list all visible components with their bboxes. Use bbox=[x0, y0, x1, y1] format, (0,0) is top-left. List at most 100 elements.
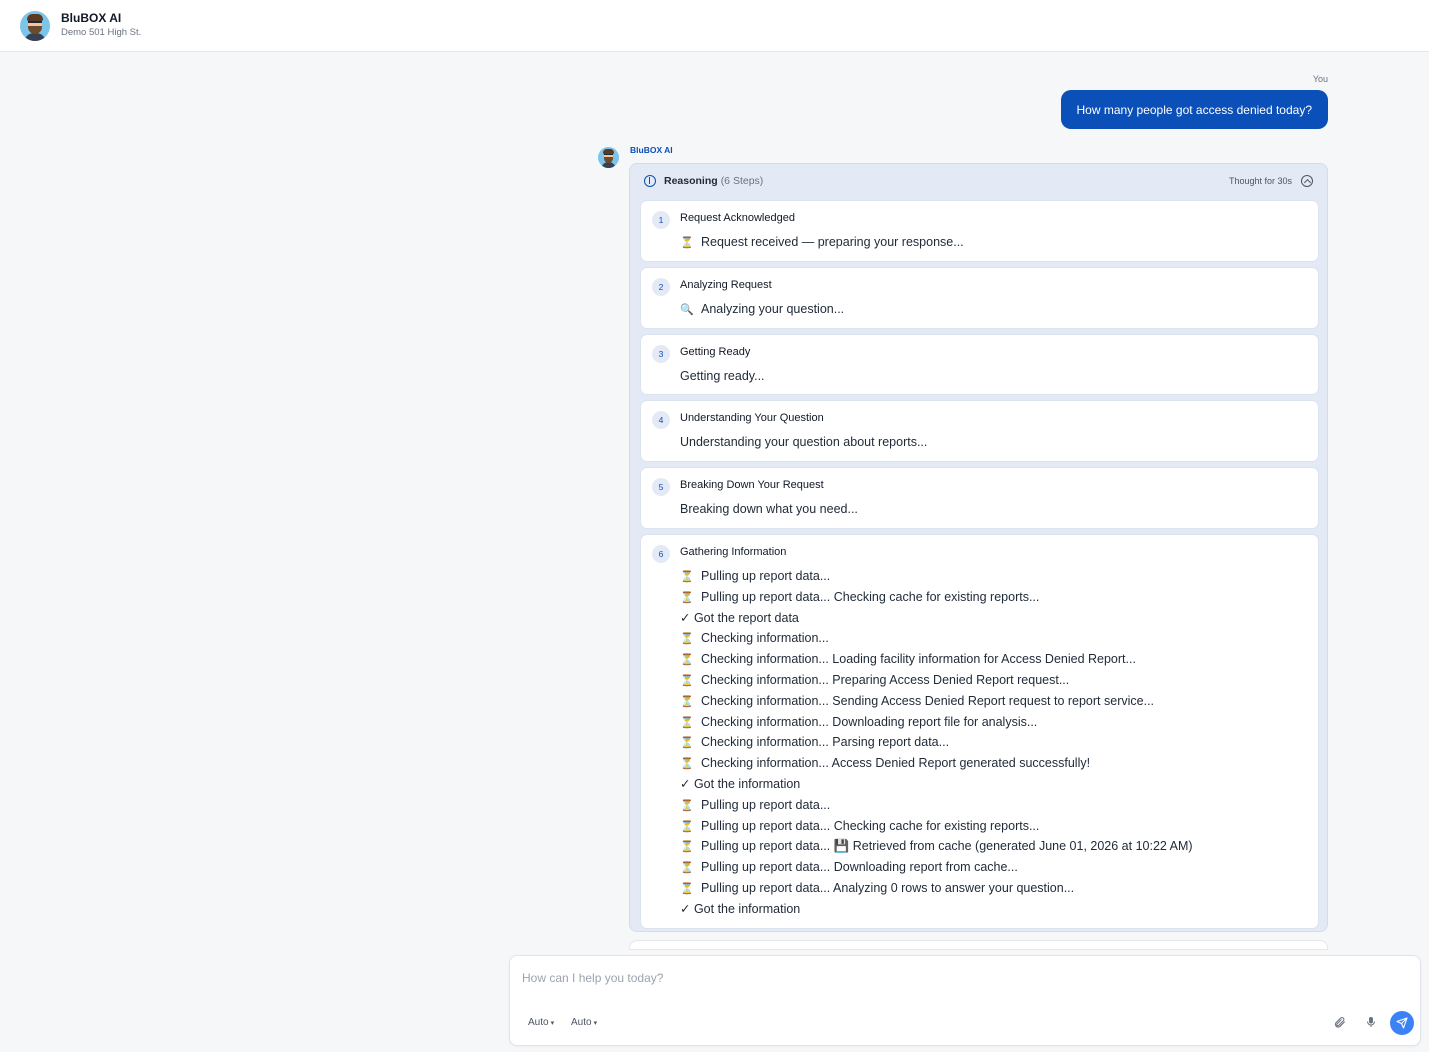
reasoning-step: 6 Gathering Information ⏳ Pulling up report… bbox=[641, 535, 1318, 928]
step-title: Breaking Down Your Request bbox=[680, 479, 824, 492]
message-composer: Auto▾ Auto▾ bbox=[509, 955, 1421, 1046]
step-line: ⏳ Request received — preparing your respo… bbox=[680, 232, 964, 253]
step-line-text: ✓ Got the report data bbox=[680, 610, 799, 625]
step-number: 1 bbox=[652, 211, 670, 229]
step-line-text: Checking information... Preparing Access… bbox=[701, 672, 1070, 687]
reasoning-header[interactable]: Reasoning (6 Steps) Thought for 30s bbox=[644, 173, 1313, 189]
step-line-text: Pulling up report data... Checking cache… bbox=[701, 818, 1040, 833]
reasoning-step: 2 Analyzing Request 🔍 Analyzing your questi… bbox=[641, 267, 1318, 328]
step-line-text: Pulling up report data... Analyzing 0 ro… bbox=[701, 880, 1075, 895]
step-line: 🔍 Analyzing your question... bbox=[680, 299, 844, 320]
reasoning-step: 5 Breaking Down Your Request Breaking down… bbox=[641, 468, 1318, 528]
step-lines: Understanding your question about report… bbox=[680, 432, 927, 453]
message-input[interactable] bbox=[522, 968, 1382, 988]
step-line-text: Pulling up report data... 💾 Retrieved fr… bbox=[701, 839, 1193, 854]
step-line-text: Pulling up report data... Checking cache… bbox=[701, 589, 1040, 604]
step-line-text: Breaking down what you need... bbox=[680, 502, 858, 517]
step-line-text: Analyzing your question... bbox=[701, 301, 845, 316]
hourglass-icon: ⏳ bbox=[680, 237, 694, 249]
step-number: 6 bbox=[652, 545, 670, 563]
send-button[interactable] bbox=[1390, 1011, 1414, 1035]
step-line-text: Getting ready... bbox=[680, 368, 765, 383]
step-line: ⏳ Checking information... Preparing Acces… bbox=[680, 670, 1193, 691]
hourglass-icon: ⏳ bbox=[680, 820, 694, 833]
chevron-down-icon: ▾ bbox=[593, 1019, 598, 1027]
app-subtitle: Demo 501 High St. bbox=[61, 27, 142, 38]
step-line: ⏳ Pulling up report data... bbox=[680, 795, 1193, 816]
step-lines: Breaking down what you need... bbox=[680, 499, 858, 520]
step-number: 2 bbox=[652, 277, 670, 296]
mode-selector[interactable]: Auto ▾ bbox=[528, 1017, 554, 1028]
reasoning-step: 4 Understanding Your Question Understandin… bbox=[641, 401, 1318, 462]
send-icon bbox=[1396, 1017, 1408, 1029]
assistant-name: BluBOX AI bbox=[630, 145, 673, 155]
step-lines: ⏳ Request received — preparing your respo… bbox=[680, 232, 964, 253]
user-label: You bbox=[1312, 74, 1328, 84]
hourglass-icon: ⏳ bbox=[680, 737, 694, 750]
hourglass-icon: ⏳ bbox=[680, 571, 694, 583]
step-line: ⏳ Pulling up report data... Checking cach… bbox=[680, 816, 1193, 837]
microphone-icon[interactable] bbox=[1363, 1014, 1379, 1030]
collapse-icon[interactable] bbox=[1301, 175, 1313, 187]
step-line: ⏳ Pulling up report data... bbox=[680, 566, 1193, 587]
step-line-text: Checking information... Downloading repo… bbox=[701, 714, 1038, 729]
hourglass-icon: ⏳ bbox=[680, 654, 694, 667]
hourglass-icon: ⏳ bbox=[680, 862, 694, 875]
step-line: ✓ Got the information bbox=[680, 899, 1193, 920]
chevron-down-icon: ▾ bbox=[550, 1019, 555, 1027]
attach-icon[interactable] bbox=[1331, 1014, 1347, 1030]
step-line: ⏳ Pulling up report data... Downloading r… bbox=[680, 857, 1193, 878]
step-line-text: ✓ Got the information bbox=[680, 901, 801, 916]
step-title: Analyzing Request bbox=[680, 278, 772, 291]
reasoning-panel: Reasoning (6 Steps) Thought for 30s 1 Req… bbox=[629, 163, 1328, 932]
header-text: BluBOX AI Demo 501 High St. bbox=[61, 11, 141, 40]
step-line: Getting ready... bbox=[680, 366, 765, 387]
step-line: ✓ Got the report data bbox=[680, 608, 1193, 629]
app-title: BluBOX AI bbox=[61, 11, 122, 25]
step-title: Getting Ready bbox=[680, 345, 751, 358]
reasoning-step: 1 Request Acknowledged ⏳ Request received —… bbox=[641, 201, 1318, 261]
step-number: 5 bbox=[652, 478, 670, 497]
step-line: ⏳ Checking information... Downloading rep… bbox=[680, 712, 1193, 733]
reasoning-step: 3 Getting Ready Getting ready... bbox=[641, 334, 1318, 395]
step-line: ✓ Got the information bbox=[680, 774, 1193, 795]
step-line-text: Request received — preparing your respon… bbox=[701, 235, 964, 249]
step-line-text: Pulling up report data... Downloading re… bbox=[701, 860, 1018, 875]
step-line-text: Checking information... bbox=[701, 631, 829, 646]
step-lines: 🔍 Analyzing your question... bbox=[680, 299, 844, 320]
step-line: ⏳ Checking information... bbox=[680, 628, 1193, 649]
step-line-text: Pulling up report data... bbox=[701, 797, 831, 812]
step-number: 4 bbox=[652, 411, 670, 430]
step-line: ⏳ Checking information... Access Denied R… bbox=[680, 753, 1193, 774]
model-selector-label: Auto bbox=[571, 1017, 592, 1028]
step-title: Request Acknowledged bbox=[680, 212, 795, 224]
step-line: ⏳ Pulling up report data... Analyzing 0 r… bbox=[680, 878, 1193, 899]
step-line-text: Checking information... Sending Access D… bbox=[701, 693, 1155, 708]
step-line: ⏳ Checking information... Sending Access … bbox=[680, 691, 1193, 712]
step-line-text: Checking information... Loading facility… bbox=[701, 652, 1136, 667]
model-selector[interactable]: Auto ▾ bbox=[571, 1017, 597, 1028]
hourglass-icon: ⏳ bbox=[680, 882, 694, 895]
mode-selector-label: Auto bbox=[528, 1017, 549, 1028]
hourglass-icon: ⏳ bbox=[680, 758, 694, 771]
step-line: Breaking down what you need... bbox=[680, 499, 858, 520]
hourglass-icon: ⏳ bbox=[680, 674, 694, 687]
user-message: How many people got access denied today? bbox=[1060, 90, 1328, 129]
reasoning-title: Reasoning bbox=[664, 175, 718, 187]
thought-time: Thought for 30s bbox=[1228, 176, 1292, 186]
hourglass-icon: ⏳ bbox=[680, 841, 694, 854]
app-header: BluBOX AI Demo 501 High St. bbox=[0, 0, 1429, 52]
step-line-text: Checking information... Parsing report d… bbox=[701, 735, 950, 750]
step-line-text: Understanding your question about report… bbox=[680, 435, 928, 450]
step-line-text: ✓ Got the information bbox=[680, 776, 801, 791]
step-title: Understanding Your Question bbox=[680, 412, 824, 425]
step-line: ⏳ Pulling up report data... 💾 Retrieved f… bbox=[680, 836, 1193, 857]
step-line: ⏳ Pulling up report data... Checking cach… bbox=[680, 587, 1193, 608]
step-title: Gathering Information bbox=[680, 546, 787, 558]
step-lines: Getting ready... bbox=[680, 366, 765, 387]
step-number: 3 bbox=[652, 344, 670, 363]
step-line-text: Checking information... Access Denied Re… bbox=[701, 756, 1091, 771]
hourglass-icon: ⏳ bbox=[680, 799, 694, 812]
response-card bbox=[629, 940, 1328, 950]
hourglass-icon: ⏳ bbox=[680, 695, 694, 708]
